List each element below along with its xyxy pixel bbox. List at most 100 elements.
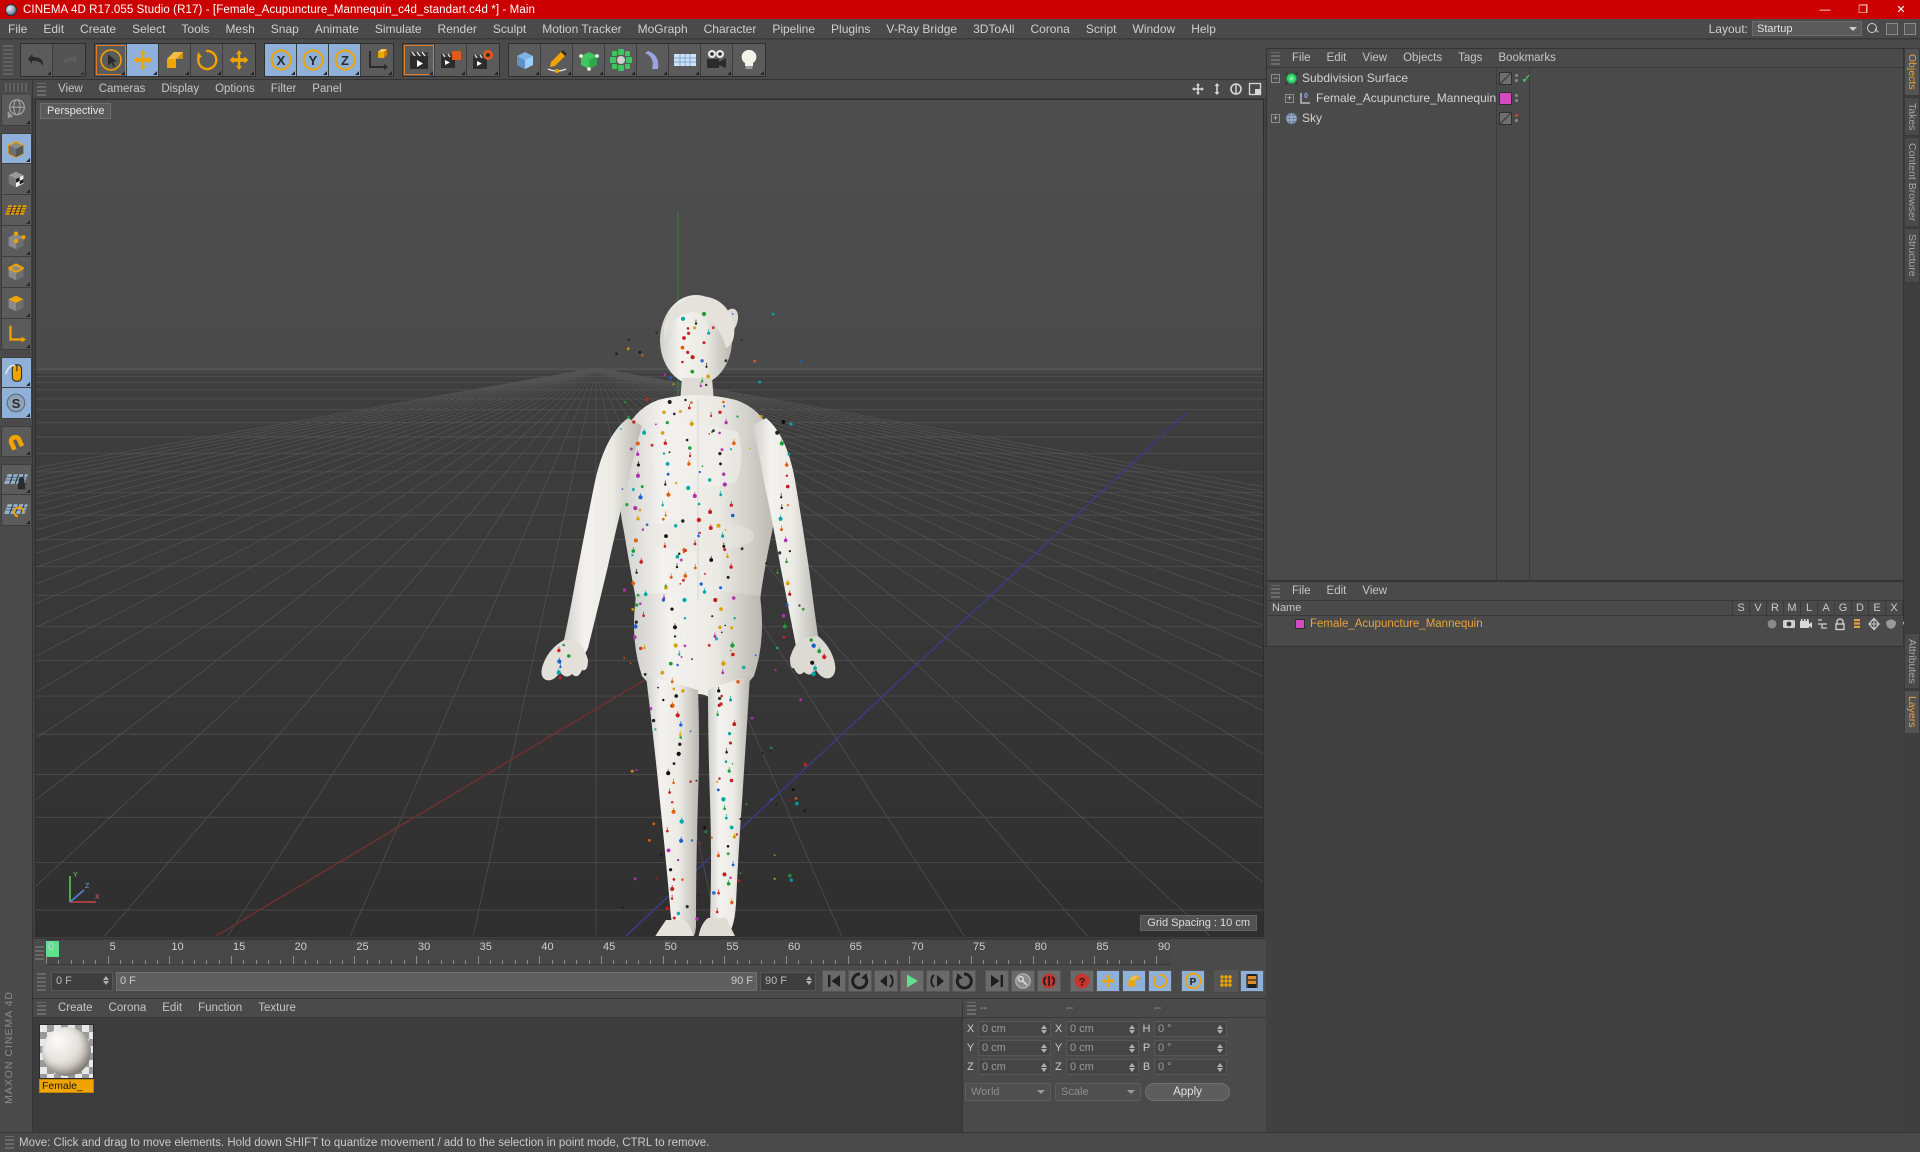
render-view-button[interactable] [403, 43, 435, 76]
material-menu-corona[interactable]: Corona [101, 999, 155, 1018]
y-axis-lock-button[interactable]: Y [297, 43, 329, 76]
layer-visible-toggle-icon[interactable] [1780, 617, 1797, 631]
maximize-button[interactable]: ❐ [1844, 0, 1882, 19]
tweak-mode-button[interactable]: S [0, 388, 32, 419]
x-axis-lock-button[interactable]: X [265, 43, 297, 76]
mograph-cloner-button[interactable] [605, 43, 637, 76]
coordinate-system-select[interactable]: World [965, 1083, 1051, 1101]
menu-item-edit[interactable]: Edit [35, 19, 72, 39]
material-menu-edit[interactable]: Edit [154, 999, 190, 1018]
go-to-end-button[interactable] [985, 970, 1009, 992]
menu-item-mograph[interactable]: MoGraph [630, 19, 696, 39]
object-name[interactable]: Subdivision Surface [1302, 71, 1408, 85]
visibility-dots[interactable] [1515, 74, 1518, 82]
object-name[interactable]: Female_Acupuncture_Mannequin [1316, 91, 1496, 105]
viewport-solo-button[interactable] [0, 357, 32, 388]
layer-deformer-toggle-icon[interactable] [1882, 617, 1899, 631]
menu-item-motion-tracker[interactable]: Motion Tracker [534, 19, 629, 39]
render-settings-button[interactable] [467, 43, 499, 76]
layer-column-r[interactable]: R [1767, 601, 1784, 615]
tab-objects[interactable]: Objects [1904, 48, 1920, 96]
scale-key-button[interactable] [1122, 970, 1146, 992]
viewport-3d-canvas[interactable]: Perspective Grid Spacing : 10 cm Y X Z [35, 99, 1264, 937]
material-sphere-icon[interactable] [39, 1024, 94, 1079]
material-name[interactable]: Female_ [39, 1079, 94, 1093]
layout-icon[interactable] [1248, 82, 1262, 96]
viewport-menu-panel[interactable]: Panel [304, 80, 349, 99]
layer-column-d[interactable]: D [1852, 601, 1869, 615]
position-z-field[interactable]: 0 cm [978, 1059, 1051, 1075]
menu-item-render[interactable]: Render [430, 19, 485, 39]
menu-item-plugins[interactable]: Plugins [823, 19, 878, 39]
layer-menu-file[interactable]: File [1284, 582, 1319, 601]
expand-icon[interactable]: + [1285, 93, 1294, 103]
layer-lock-toggle-icon[interactable] [1831, 617, 1848, 631]
size-z-field[interactable]: 0 cm [1066, 1059, 1139, 1075]
tree-toggle[interactable]: + [1285, 88, 1299, 108]
magnet-button[interactable] [0, 426, 32, 457]
layer-manager-toggle-icon[interactable] [1814, 617, 1831, 631]
panel-grip-icon[interactable] [37, 82, 46, 96]
object-row[interactable]: − Subdivision Surface ✓ [1267, 68, 1903, 88]
material-menu-texture[interactable]: Texture [250, 999, 304, 1018]
object-menu-objects[interactable]: Objects [1395, 49, 1450, 68]
tree-toggle[interactable]: − [1271, 68, 1285, 88]
menu-item-select[interactable]: Select [124, 19, 173, 39]
close-button[interactable]: ✕ [1882, 0, 1920, 19]
layer-menu-edit[interactable]: Edit [1319, 582, 1355, 601]
panel-grip-icon[interactable] [37, 971, 46, 991]
layer-column-name[interactable]: Name [1267, 601, 1733, 615]
layer-column-a[interactable]: A [1818, 601, 1835, 615]
live-selection-button[interactable] [95, 43, 127, 76]
layer-solo-toggle-icon[interactable] [1763, 617, 1780, 631]
tab-takes[interactable]: Takes [1904, 96, 1920, 137]
object-name[interactable]: Sky [1302, 111, 1322, 125]
camera-button[interactable] [701, 43, 733, 76]
material-item[interactable]: Female_ [39, 1024, 94, 1093]
go-to-start-button[interactable] [822, 970, 846, 992]
stepper-icon[interactable] [806, 975, 812, 985]
viewport-menu-view[interactable]: View [50, 80, 91, 99]
layer-column-g[interactable]: G [1835, 601, 1852, 615]
menu-item-window[interactable]: Window [1125, 19, 1184, 39]
tab-content-browser[interactable]: Content Browser [1904, 137, 1920, 228]
material-menu-function[interactable]: Function [190, 999, 250, 1018]
no-tag-icon[interactable] [1499, 71, 1512, 85]
material-list[interactable]: Female_ [33, 1018, 962, 1132]
viewport-menu-display[interactable]: Display [153, 80, 207, 99]
light-button[interactable] [733, 43, 765, 76]
material-menu-create[interactable]: Create [50, 999, 101, 1018]
rotation-b-field[interactable]: 0 ° [1154, 1059, 1227, 1075]
record-key-button[interactable] [1011, 970, 1035, 992]
no-tag-icon[interactable] [1499, 111, 1512, 125]
tab-structure[interactable]: Structure [1904, 228, 1920, 283]
z-axis-lock-button[interactable]: Z [329, 43, 361, 76]
current-frame-field[interactable]: 0 F [51, 971, 113, 991]
keyframe-selection-button[interactable]: ? [1070, 970, 1094, 992]
viewport-menu-options[interactable]: Options [207, 80, 263, 99]
stepper-icon[interactable] [1041, 1044, 1047, 1053]
menu-item-mesh[interactable]: Mesh [217, 19, 262, 39]
autokey-button[interactable] [1037, 970, 1061, 992]
stepper-icon[interactable] [1129, 1044, 1135, 1053]
timeline-track[interactable]: 0 5 10 15 20 25 30 35 40 45 50 55 60 65 70 75 80 85 90 [46, 939, 1171, 965]
layer-generator-toggle-icon[interactable] [1865, 617, 1882, 631]
point-mode-button[interactable] [0, 226, 32, 257]
layer-row[interactable]: Female_Acupuncture_Mannequin [1267, 616, 1920, 632]
menu-item-create[interactable]: Create [72, 19, 124, 39]
stepper-icon[interactable] [103, 975, 109, 985]
object-menu-edit[interactable]: Edit [1319, 49, 1355, 68]
layer-column-v[interactable]: V [1750, 601, 1767, 615]
stepper-icon[interactable] [1217, 1063, 1223, 1072]
tab-attributes[interactable]: Attributes [1904, 632, 1920, 690]
menu-item-file[interactable]: File [0, 19, 35, 39]
panel-grip-icon[interactable] [1271, 584, 1280, 598]
stepper-icon[interactable] [1129, 1025, 1135, 1034]
layer-menu-view[interactable]: View [1354, 582, 1395, 601]
object-menu-tags[interactable]: Tags [1450, 49, 1490, 68]
rotation-p-field[interactable]: 0 ° [1154, 1040, 1227, 1056]
menu-item-animate[interactable]: Animate [307, 19, 367, 39]
viewport-menu-filter[interactable]: Filter [263, 80, 305, 99]
workplane-lock-button[interactable] [0, 464, 32, 495]
enabled-check-icon[interactable]: ✓ [1521, 72, 1532, 85]
